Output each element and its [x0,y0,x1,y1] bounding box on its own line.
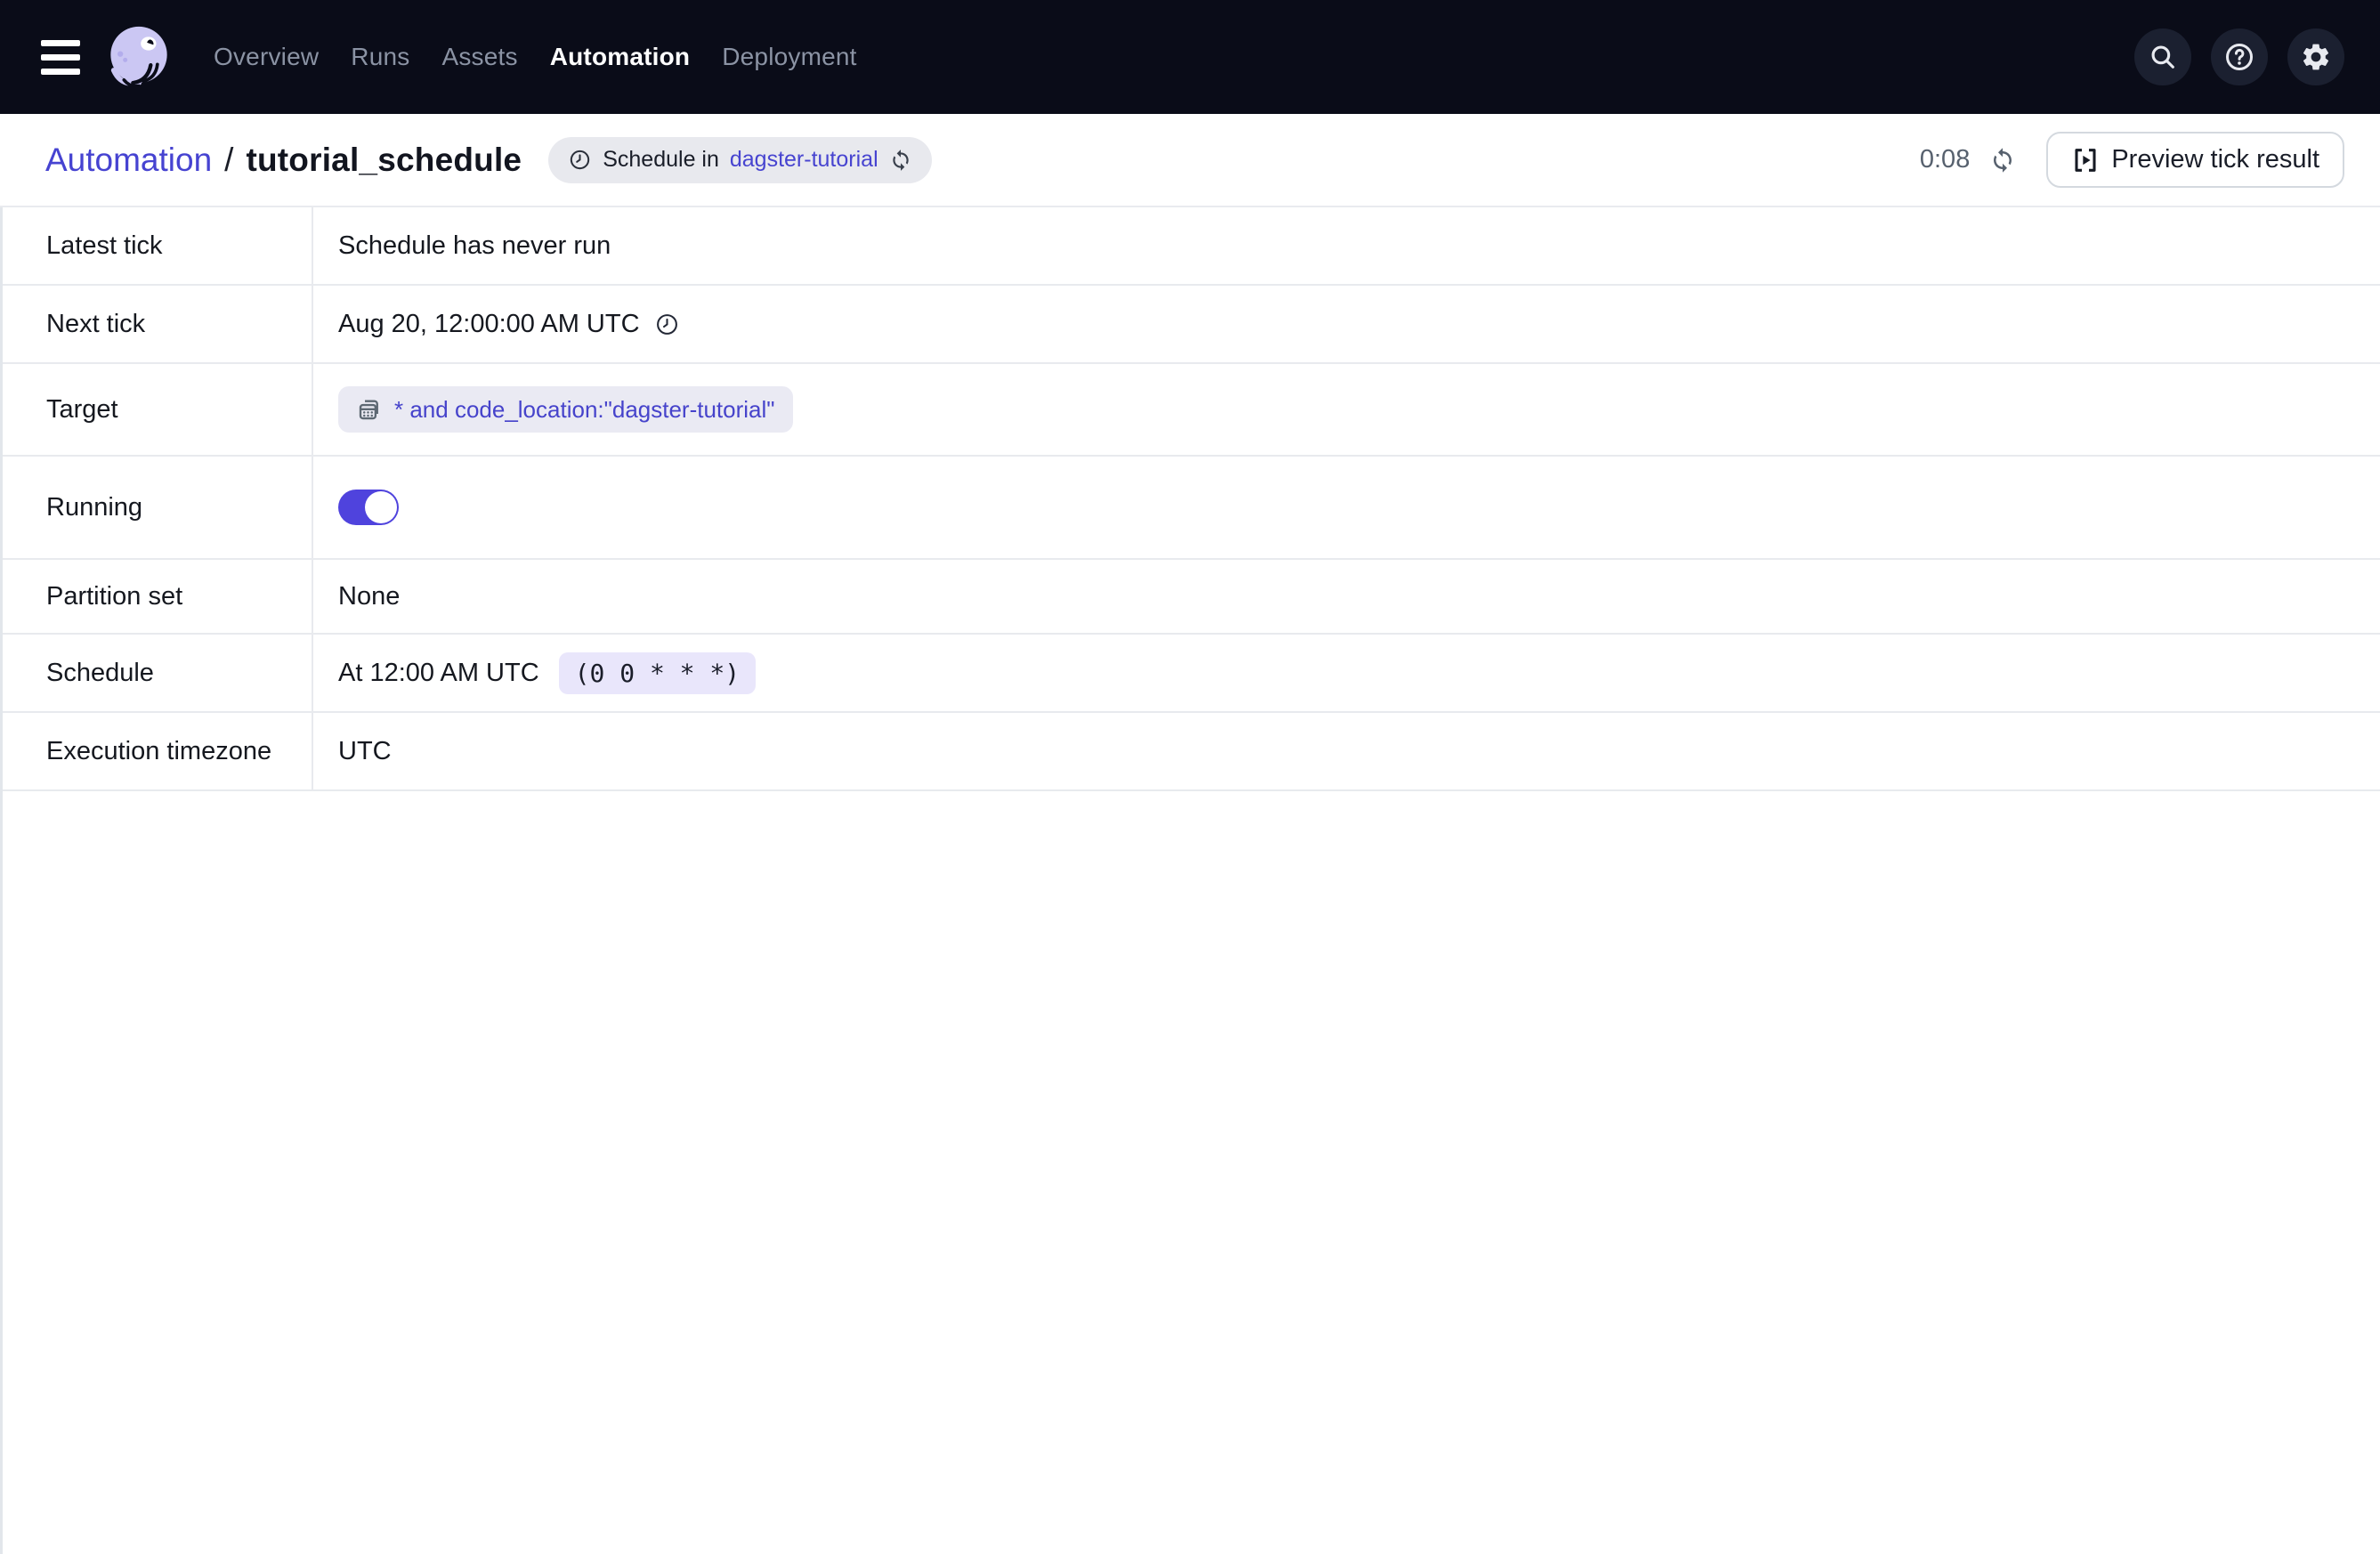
row-label: Latest tick [0,207,313,284]
breadcrumb-separator: / [224,142,233,179]
breadcrumb: Automation / tutorial_schedule [45,142,522,179]
page-header: Automation / tutorial_schedule Schedule … [0,114,2380,207]
toggle-knob [365,491,397,523]
table-row-latest-tick: Latest tick Schedule has never run [0,207,2380,286]
search-icon [2148,42,2178,72]
nav-item-automation[interactable]: Automation [550,43,691,71]
running-toggle[interactable] [338,490,399,525]
help-button[interactable] [2211,28,2268,85]
partition-set-value: None [338,582,400,611]
table-row-next-tick: Next tick Aug 20, 12:00:00 AM UTC [0,286,2380,364]
preview-play-icon [2071,146,2100,174]
table-row-partition-set: Partition set None [0,560,2380,635]
settings-icon [2300,41,2332,73]
search-button[interactable] [2134,28,2191,85]
row-label: Schedule [0,635,313,711]
primary-nav: Overview Runs Assets Automation Deployme… [214,43,857,71]
row-label: Partition set [0,560,313,633]
table-row-target: Target * and code_location:"dagster-tuto… [0,364,2380,457]
refresh-icon [1989,147,2016,174]
latest-tick-value: Schedule has never run [338,231,611,261]
schedule-human-value: At 12:00 AM UTC [338,659,539,688]
nav-right-actions [2134,28,2344,85]
table-row-running: Running [0,457,2380,560]
refresh-countdown: 0:08 [1920,145,1970,174]
target-selection-text: * and code_location:"dagster-tutorial" [394,396,775,424]
page-title: tutorial_schedule [246,142,522,179]
help-icon [2223,41,2255,73]
dagster-logo-icon[interactable] [103,21,174,93]
code-location-pill: Schedule in dagster-tutorial [548,137,931,183]
row-label: Execution timezone [0,713,313,789]
nav-item-overview[interactable]: Overview [214,43,319,71]
top-nav: Overview Runs Assets Automation Deployme… [0,0,2380,114]
nav-item-assets[interactable]: Assets [441,43,517,71]
target-selection-badge[interactable]: * and code_location:"dagster-tutorial" [338,386,793,433]
row-label: Running [0,457,313,558]
table-row-execution-timezone: Execution timezone UTC [0,713,2380,791]
clock-icon [568,148,592,172]
code-location-pill-label: Schedule in [603,147,719,173]
header-actions: 0:08 Preview tick result [1920,132,2344,188]
nav-item-runs[interactable]: Runs [351,43,409,71]
code-location-link[interactable]: dagster-tutorial [730,147,878,173]
table-row-schedule: Schedule At 12:00 AM UTC (0 0 * * *) [0,635,2380,713]
breadcrumb-automation-link[interactable]: Automation [45,142,212,179]
nav-item-deployment[interactable]: Deployment [722,43,856,71]
schedule-detail-table: Latest tick Schedule has never run Next … [0,207,2380,791]
asset-table-icon [356,396,383,423]
menu-hamburger-icon[interactable] [41,40,80,75]
reload-location-icon[interactable] [889,149,912,172]
row-label: Target [0,364,313,455]
execution-timezone-value: UTC [338,737,392,766]
refresh-button[interactable] [1989,147,2016,174]
preview-tick-result-label: Preview tick result [2111,145,2319,174]
next-tick-value: Aug 20, 12:00:00 AM UTC [338,310,640,339]
clock-icon[interactable] [654,312,680,337]
settings-button[interactable] [2287,28,2344,85]
row-label: Next tick [0,286,313,362]
preview-tick-result-button[interactable]: Preview tick result [2046,132,2344,188]
cron-expression-chip: (0 0 * * *) [559,652,756,694]
